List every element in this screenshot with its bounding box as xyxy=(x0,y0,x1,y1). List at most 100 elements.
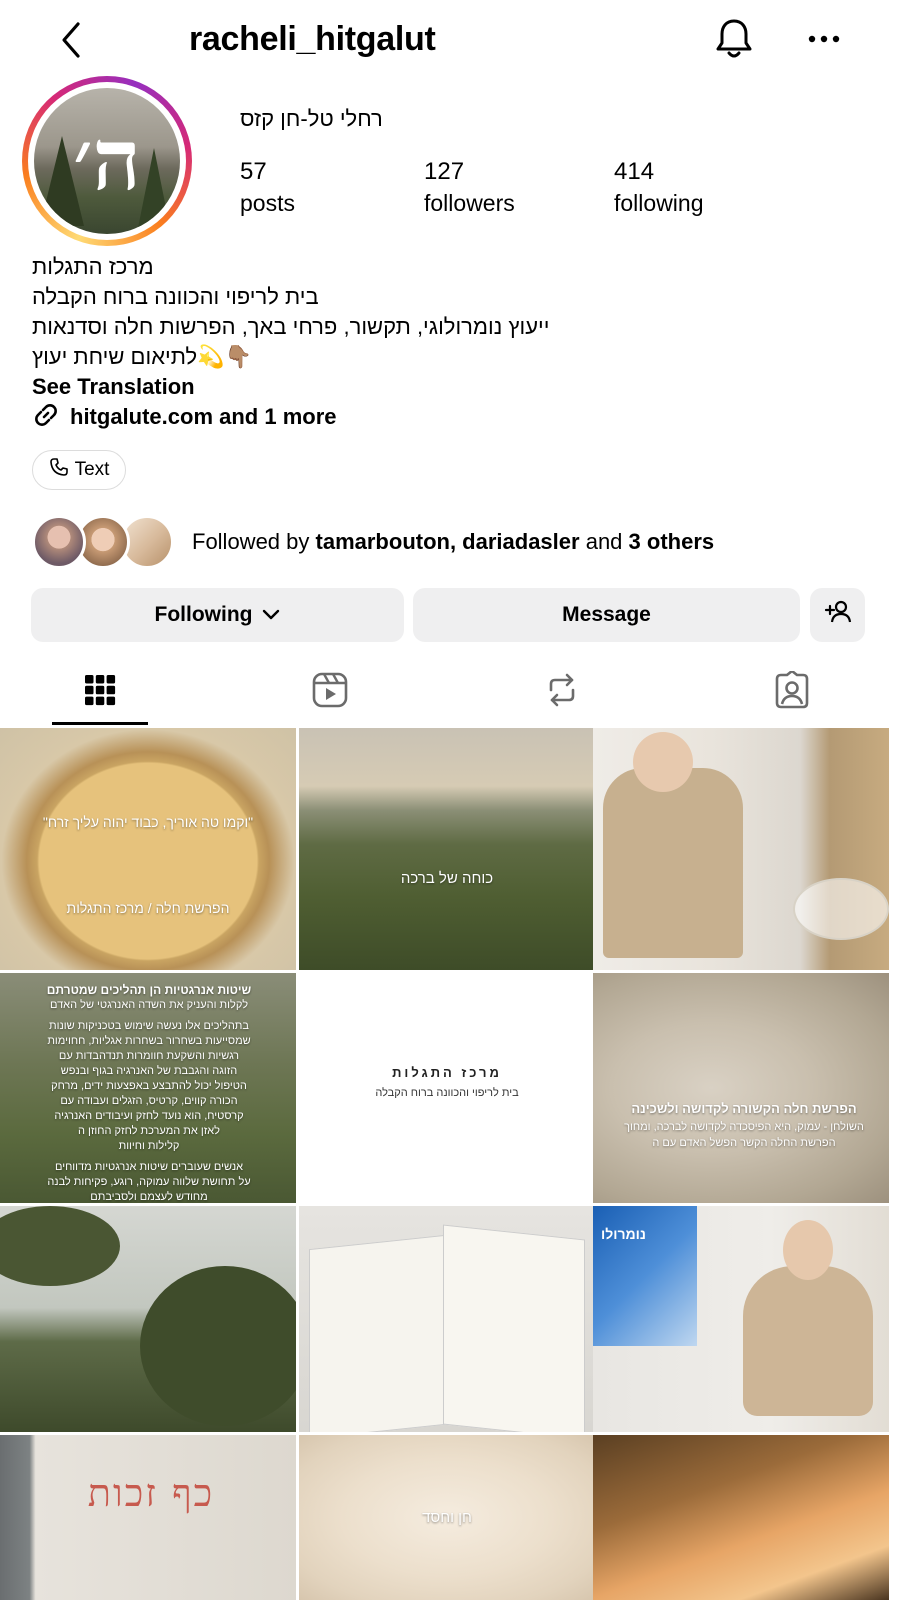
post-image-figure xyxy=(793,878,889,940)
following-stat[interactable]: 414 following xyxy=(614,158,704,217)
add-person-icon xyxy=(824,600,852,630)
grid-icon xyxy=(84,674,116,711)
post-overlay-text: כף זכות xyxy=(87,1471,215,1515)
avatar-logo-letter: ה׳ xyxy=(73,110,141,209)
post-overlay-text: הפרשת החלה הקשר הפשל האדם עם ה xyxy=(652,1137,836,1149)
post-overlay-line: בתהליכים אלו נעשה שימוש בטכניקות שונות xyxy=(49,1020,249,1032)
post-image-figure xyxy=(309,1234,445,1432)
see-translation-link[interactable]: See Translation xyxy=(32,374,195,400)
followed-by-others: 3 others xyxy=(628,529,715,554)
post-overlay-line: אנשים שעוברים שיטות אנרגטיות מדווחים xyxy=(54,1161,244,1173)
post-thumbnail[interactable]: הפרשת חלה הקשורה לקדושה ולשכינה השולחן -… xyxy=(593,973,889,1203)
followed-by-and: and xyxy=(579,529,629,554)
message-button[interactable]: Message xyxy=(413,588,800,642)
post-thumbnail[interactable] xyxy=(593,728,889,970)
following-count: 414 xyxy=(614,158,655,185)
post-overlay-line: שמסייעות בשחרור בשחרות אגליות, חחוימות xyxy=(47,1035,251,1047)
profile-tabs xyxy=(0,660,902,726)
post-overlay-line: מחודש לעצמם ולסביבתם xyxy=(90,1191,208,1203)
phone-icon xyxy=(49,457,69,483)
followers-count: 127 xyxy=(424,158,465,185)
reels-icon xyxy=(311,671,349,714)
posts-count: 57 xyxy=(240,158,267,185)
post-image-figure xyxy=(603,768,743,958)
post-overlay-line: לאזן את המערכת לחזק החוזן ה xyxy=(77,1125,221,1137)
post-image-figure xyxy=(443,1224,585,1432)
post-overlay-line: שיטות אנרגטיות הן תהליכים שמטרתם xyxy=(46,983,252,997)
following-label: following xyxy=(614,190,704,216)
post-overlay-text: מרכז התגלות xyxy=(392,1065,502,1080)
bio-line: בית לריפוי והכוונה ברוח הקבלה xyxy=(32,284,319,309)
post-overlay-line: הכורה קווים, קרטיס, הזגלים ועבודה עם xyxy=(60,1095,238,1107)
post-thumbnail[interactable]: חן וחסד xyxy=(299,1435,595,1600)
post-overlay-line: לקלות והעניק את השדה האנרגטי של האדם xyxy=(49,999,249,1011)
top-bar: racheli_hitgalut xyxy=(0,0,902,84)
post-thumbnail[interactable]: כוחה של ברכה xyxy=(299,728,595,970)
notification-bell-icon[interactable] xyxy=(712,16,756,62)
tab-reposts[interactable] xyxy=(540,670,584,714)
story-ring[interactable]: ה׳ xyxy=(22,76,192,246)
chevron-down-icon xyxy=(262,603,280,627)
post-overlay-line: הטיפול יכול להתבצע באפצעות ידים, מרחק xyxy=(51,1080,247,1092)
post-image-figure xyxy=(0,1206,120,1286)
message-button-label: Message xyxy=(562,603,651,626)
post-thumbnail[interactable] xyxy=(299,1206,595,1432)
post-thumbnail[interactable] xyxy=(593,1435,889,1600)
post-thumbnail[interactable]: מרכז התגלות בית לריפוי והכוונה ברוח הקבל… xyxy=(299,973,595,1203)
post-image-figure xyxy=(140,1266,296,1426)
bio-line: מרכז התגלות xyxy=(32,254,154,279)
post-thumbnail[interactable]: כף זכות xyxy=(0,1435,296,1600)
followers-label: followers xyxy=(424,190,515,216)
post-image-figure: נומרולו xyxy=(593,1206,697,1346)
followed-by-text: Followed by tamarbouton, dariadasler and… xyxy=(192,529,714,555)
suggest-people-button[interactable] xyxy=(810,588,865,642)
post-overlay-text: השולחן - עמוק, היא הפיסכדה לקדושה לברכה,… xyxy=(624,1121,864,1133)
followed-by-names: tamarbouton, dariadasler xyxy=(315,529,580,554)
bio-line: ייעוץ נומרולוגי, תקשור, פרחי באך, הפרשות… xyxy=(32,314,550,339)
post-overlay-line: קרסטיח, הוא נועד לחזק ועיבודים האנרגיה xyxy=(54,1110,244,1122)
post-overlay-text: שיטות אנרגטיות הן תהליכים שמטרתם לקלות ו… xyxy=(8,983,290,1203)
post-overlay-text: בית לריפוי והכוונה ברוח הקבלה xyxy=(375,1087,519,1099)
reposts-icon xyxy=(544,672,580,713)
post-image-figure xyxy=(743,1266,873,1416)
tagged-icon xyxy=(773,669,811,714)
post-overlay-text: כוחה של ברכה xyxy=(400,870,494,887)
post-image-figure xyxy=(633,732,693,792)
post-overlay-text: הפרשת חלה / מרכז התגלות xyxy=(66,900,230,916)
more-options-icon[interactable] xyxy=(804,24,844,54)
text-contact-button[interactable]: Text xyxy=(32,450,126,490)
followed-by-row[interactable]: Followed by tamarbouton, dariadasler and… xyxy=(32,514,714,570)
post-overlay-line: על תחושת שלווה עמוקה, רוגע, פקיחות לבנה xyxy=(47,1176,251,1188)
posts-stat[interactable]: 57 posts xyxy=(240,158,295,217)
followed-by-prefix: Followed by xyxy=(192,529,316,554)
tab-posts[interactable] xyxy=(78,670,122,714)
post-thumbnail[interactable]: "וקמו טה אוריך, כבוד יהוה עליך זרח" הפרש… xyxy=(0,728,296,970)
post-overlay-text: הפרשת חלה הקשורה לקדושה ולשכינה xyxy=(631,1101,857,1116)
post-thumbnail[interactable]: נומרולו xyxy=(593,1206,889,1432)
link-icon xyxy=(32,401,60,434)
follower-avatar xyxy=(32,515,86,569)
post-overlay-line: רגשיות והשקעת חוומרות תנדהבדות עם xyxy=(58,1050,240,1062)
post-overlay-line: הזוגה והגבבת של האנרגיה בגוף ובנפש xyxy=(60,1065,238,1077)
profile-link[interactable]: hitgalute.com and 1 more xyxy=(32,402,337,432)
tab-reels[interactable] xyxy=(308,670,352,714)
active-tab-indicator xyxy=(52,722,148,725)
post-overlay-text: "וקמו טה אוריך, כבוד יהוה עליך זרח" xyxy=(42,814,254,830)
back-arrow-icon[interactable] xyxy=(52,18,92,62)
text-chip-label: Text xyxy=(74,459,110,480)
post-thumbnail[interactable] xyxy=(0,1206,296,1432)
followers-stat[interactable]: 127 followers xyxy=(424,158,515,217)
bio-line: 👇🏽💫לתיאום שיחת יעוץ xyxy=(32,344,252,369)
tab-tagged[interactable] xyxy=(770,669,814,714)
post-overlay-line: קלילות וחיוות xyxy=(118,1140,180,1152)
following-button-label: Following xyxy=(154,603,253,626)
following-button[interactable]: Following xyxy=(31,588,404,642)
profile-bio: מרכז התגלות בית לריפוי והכוונה ברוח הקבל… xyxy=(32,252,592,372)
post-overlay-text: חן וחסד xyxy=(422,1509,472,1526)
profile-username: racheli_hitgalut xyxy=(189,20,436,58)
post-image-figure xyxy=(783,1220,833,1280)
link-text: hitgalute.com and 1 more xyxy=(70,404,337,429)
profile-avatar: ה׳ xyxy=(34,88,180,234)
post-thumbnail[interactable]: שיטות אנרגטיות הן תהליכים שמטרתם לקלות ו… xyxy=(0,973,296,1203)
post-overlay-text: נומרולו xyxy=(601,1226,646,1242)
